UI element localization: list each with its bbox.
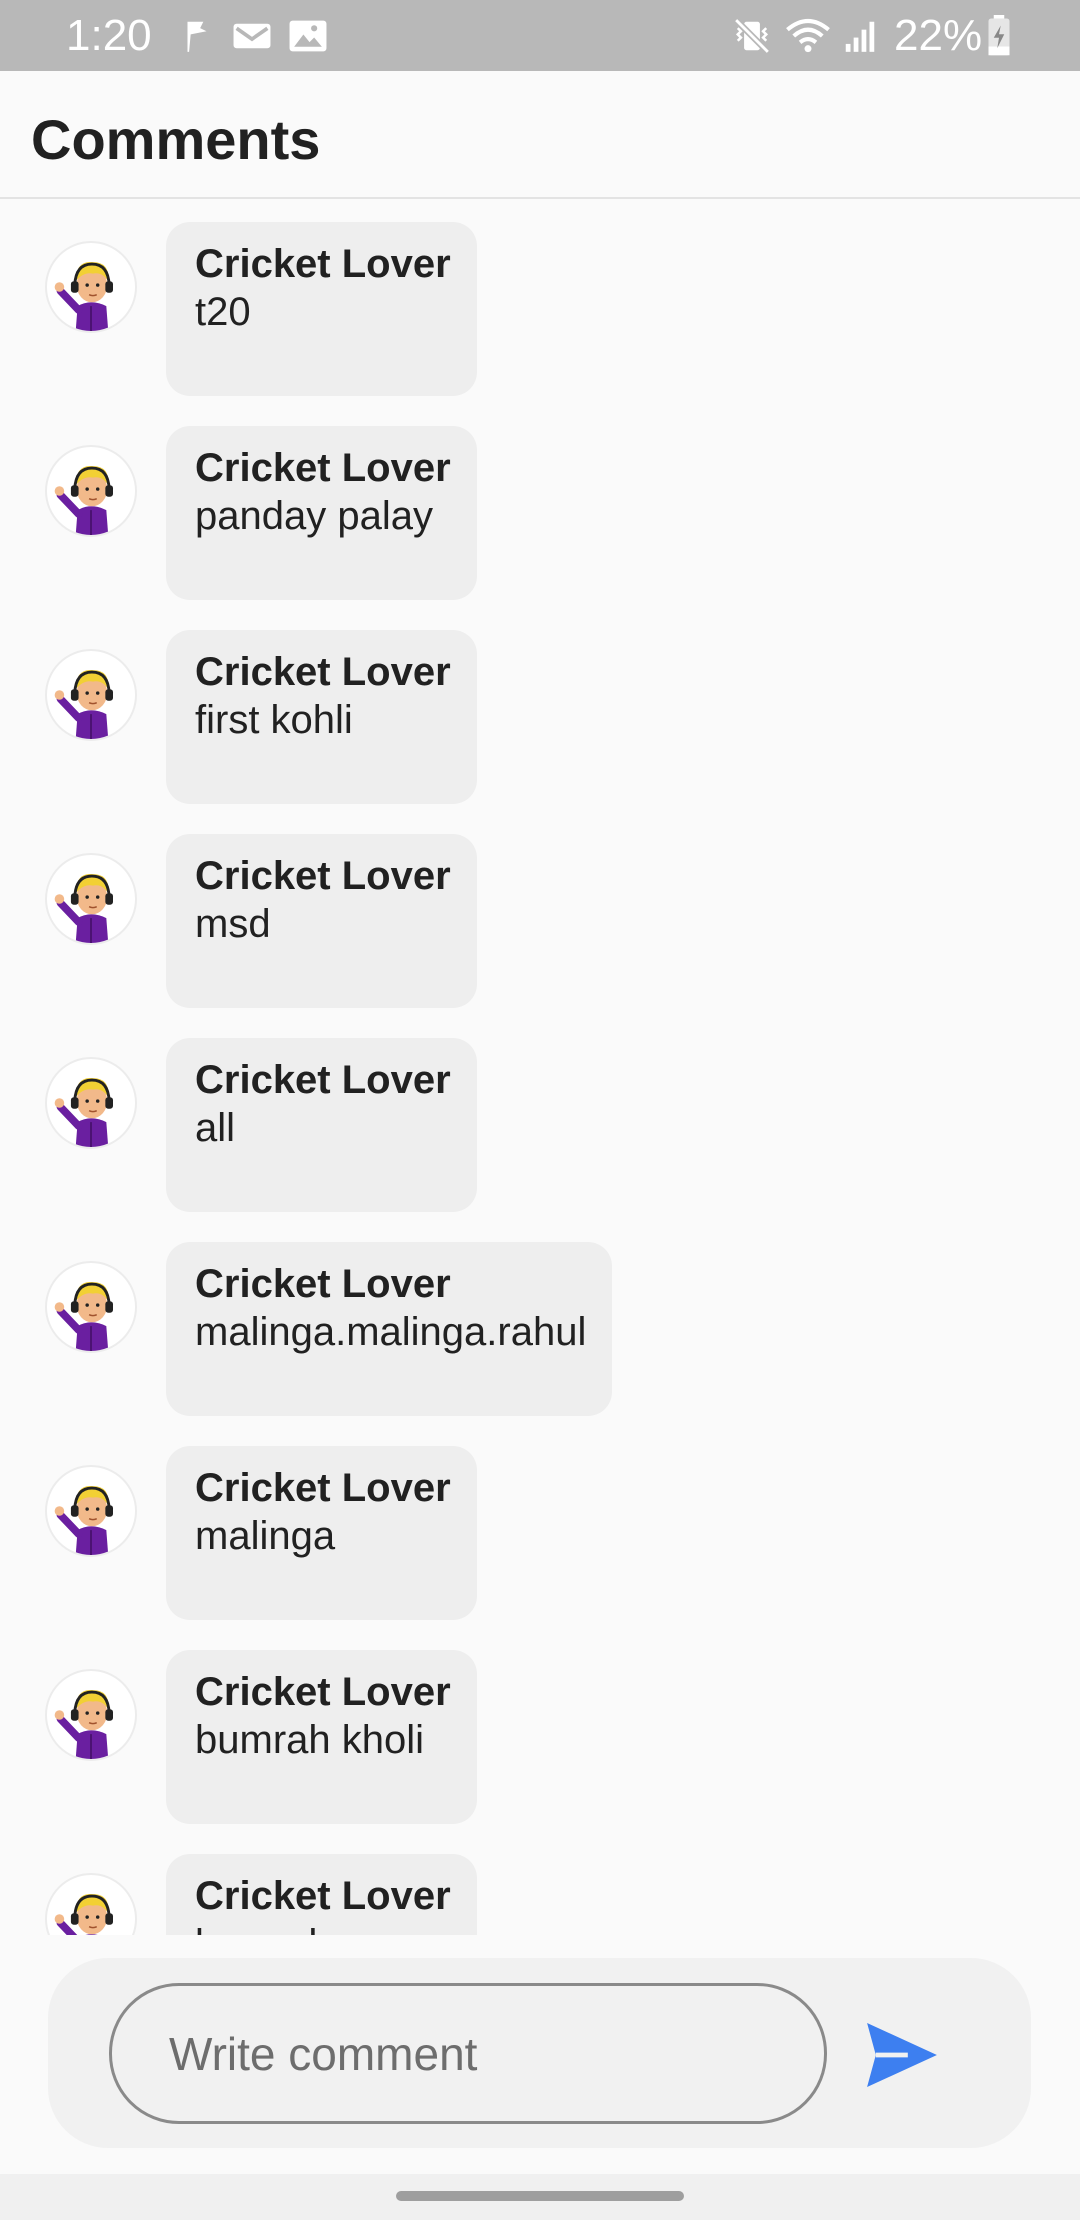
gallery-icon [289,20,327,52]
user-avatar-icon [54,873,113,943]
status-bar: 1:20 22% [0,0,1080,71]
user-avatar-icon [54,669,113,739]
comment-item: Cricket Lover panday palay [0,404,1080,600]
avatar [45,241,137,333]
comment-item: Cricket Lover bumrah kholi [0,1628,1080,1824]
avatar [45,1057,137,1149]
user-avatar-icon [54,1893,113,1935]
app-bar: Comments [0,71,1080,199]
avatar [45,1873,137,1935]
send-icon[interactable] [866,2023,938,2087]
avatar [45,649,137,741]
comment-bubble: Cricket Lover bumrah [166,1854,477,1935]
status-time: 1:20 [66,11,152,60]
user-avatar-icon [54,465,113,535]
comment-text: malinga [195,1514,336,1558]
comment-text: bumrah kholi [195,1718,425,1762]
comment-bubble: Cricket Lover all [166,1038,477,1212]
comment-bubble: Cricket Lover malinga [166,1446,477,1620]
avatar [45,853,137,945]
comment-author: Cricket Lover [195,1466,451,1510]
comment-author: Cricket Lover [195,1058,451,1102]
comment-bubble: Cricket Lover msd [166,834,477,1008]
user-avatar-icon [54,261,113,331]
comment-text: t20 [195,290,251,334]
user-avatar-icon [54,1281,113,1351]
comment-item: Cricket Lover malinga.malinga.rahul [0,1220,1080,1416]
user-avatar-icon [54,1485,113,1555]
battery-charging-icon [988,15,1010,56]
vibrate-mute-icon [733,17,771,55]
comment-text: first kohli [195,698,353,742]
comment-item: Cricket Lover msd [0,812,1080,1008]
comment-text: all [195,1106,236,1150]
comment-bubble: Cricket Lover panday palay [166,426,477,600]
avatar [45,445,137,537]
comment-author: Cricket Lover [195,242,451,286]
comment-bubble: Cricket Lover bumrah kholi [166,1650,477,1824]
page-title: Comments [31,108,321,171]
comment-text: msd [195,902,271,946]
comment-author: Cricket Lover [195,1670,451,1714]
notification-flag-icon [187,21,207,52]
comment-author: Cricket Lover [195,650,451,694]
comment-text: malinga.malinga.rahul [195,1310,587,1354]
user-avatar-icon [54,1689,113,1759]
wifi-icon [786,18,830,53]
comment-bubble: Cricket Lover malinga.malinga.rahul [166,1242,613,1416]
comment-list[interactable]: Cricket Lover t20 Cricket Lover panday p… [0,200,1080,1935]
comment-item: Cricket Lover bumrah [0,1832,1080,1935]
comment-author: Cricket Lover [195,854,451,898]
navigation-bar [0,2174,1080,2220]
battery-percent: 22% [894,11,983,60]
comment-author: Cricket Lover [195,1262,451,1306]
home-indicator[interactable] [396,2191,684,2201]
avatar [45,1465,137,1557]
comment-item: Cricket Lover all [0,1016,1080,1212]
avatar [45,1261,137,1353]
comment-input[interactable] [109,1983,827,2124]
avatar [45,1669,137,1761]
signal-icon [845,21,875,52]
comment-bubble: Cricket Lover t20 [166,222,477,396]
user-avatar-icon [54,1077,113,1147]
comment-item: Cricket Lover malinga [0,1424,1080,1620]
gmail-icon [233,23,271,49]
comment-item: Cricket Lover t20 [0,200,1080,396]
comment-text: bumrah [195,1920,451,1935]
comment-composer [48,1958,1031,2148]
comment-author: Cricket Lover [195,1874,451,1918]
comment-item: Cricket Lover first kohli [0,608,1080,804]
comment-author: Cricket Lover [195,446,451,490]
comment-bubble: Cricket Lover first kohli [166,630,477,804]
comment-text: panday palay [195,494,433,538]
